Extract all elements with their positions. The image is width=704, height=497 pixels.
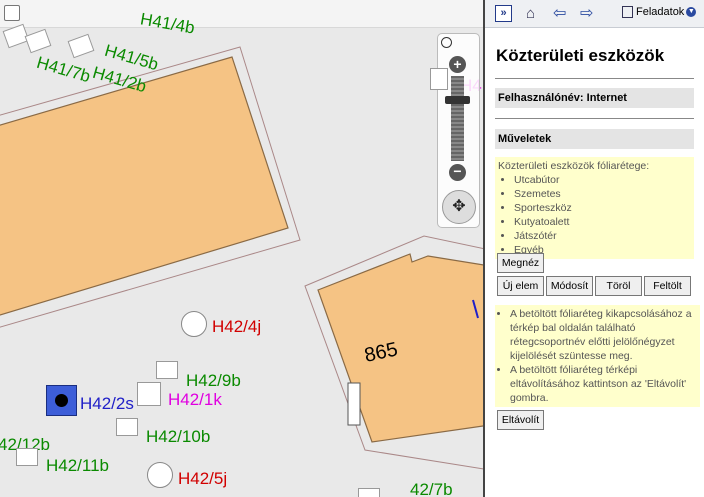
layer-info-box: Közterületi eszközök fóliarétege: Utcabú… bbox=[495, 157, 694, 259]
list-item: Sporteszköz bbox=[514, 201, 691, 215]
username-header: Felhasználónév: Internet bbox=[495, 88, 694, 108]
bench-icon[interactable] bbox=[16, 448, 38, 466]
zoom-slider-track[interactable] bbox=[451, 76, 464, 161]
zoom-out-button[interactable]: − bbox=[449, 164, 466, 181]
map-view[interactable]: 865 H41/4b H41/5b H41/7b H41/2b H4 + − ✥… bbox=[0, 0, 483, 497]
notes-list: A betöltött fóliaréteg kikapcsolásához a… bbox=[505, 307, 697, 405]
zoom-slider-handle[interactable] bbox=[445, 96, 470, 104]
list-item: Szemetes bbox=[514, 187, 691, 201]
parcel-north-building[interactable] bbox=[0, 56, 289, 318]
panel-toolbar: » ⌂ ⇦ ⇨ Feladatok ▼ bbox=[485, 0, 704, 28]
map-layer-icon[interactable] bbox=[4, 5, 20, 21]
list-item: A betöltött fóliaréteg térképi eltávolít… bbox=[510, 363, 697, 405]
map-label[interactable]: H42/4j bbox=[212, 317, 261, 337]
sport-equipment-icon[interactable] bbox=[137, 382, 161, 406]
playground-icon[interactable] bbox=[147, 462, 173, 488]
home-icon[interactable]: ⌂ bbox=[526, 5, 543, 22]
map-label[interactable]: H42/5j bbox=[178, 469, 227, 489]
collapse-panel-button[interactable]: » bbox=[495, 5, 512, 22]
divider bbox=[495, 78, 694, 79]
parcel-865[interactable] bbox=[317, 253, 483, 443]
operations-header: Műveletek bbox=[495, 129, 694, 149]
list-item: A betöltött fóliaréteg kikapcsolásához a… bbox=[510, 307, 697, 363]
pan-arrows-icon: ✥ bbox=[452, 198, 466, 215]
map-label[interactable]: H42/10b bbox=[146, 427, 210, 447]
parcel-annex bbox=[347, 382, 361, 426]
selected-element-icon[interactable] bbox=[46, 385, 77, 416]
bench-icon[interactable] bbox=[358, 488, 380, 497]
view-button[interactable]: Megnéz bbox=[497, 253, 544, 273]
layer-intro: Közterületi eszközök fóliarétege: bbox=[498, 160, 650, 172]
upload-button[interactable]: Feltölt bbox=[644, 276, 691, 296]
remove-button[interactable]: Eltávolít bbox=[497, 410, 544, 430]
notes-box: A betöltött fóliaréteg kikapcsolásához a… bbox=[495, 305, 700, 407]
chevron-down-icon: ▼ bbox=[686, 7, 697, 18]
zoom-magnifier-icon bbox=[441, 37, 452, 48]
new-element-button[interactable]: Új elem bbox=[497, 276, 544, 296]
pan-control[interactable]: ✥ bbox=[442, 190, 476, 224]
modify-button[interactable]: Módosít bbox=[546, 276, 593, 296]
list-item: Játszótér bbox=[514, 229, 691, 243]
panel-title: Közterületi eszközök bbox=[496, 46, 665, 65]
bench-icon[interactable] bbox=[156, 361, 178, 379]
map-label[interactable]: 42/7b bbox=[410, 480, 453, 497]
list-item: Utcabútor bbox=[514, 173, 691, 187]
map-label[interactable]: H42/2s bbox=[80, 394, 134, 414]
back-arrow-icon[interactable]: ⇦ bbox=[553, 5, 570, 22]
map-header bbox=[0, 0, 483, 28]
layer-list: Utcabútor Szemetes Sporteszköz Kutyatoal… bbox=[498, 173, 691, 257]
tasks-menu-icon bbox=[622, 6, 633, 19]
zoom-control[interactable]: + − ✥ bbox=[437, 33, 480, 228]
zoom-in-button[interactable]: + bbox=[449, 56, 466, 73]
tasks-menu[interactable]: Feladatok ▼ bbox=[622, 6, 697, 19]
map-label[interactable]: H42/1k bbox=[168, 390, 222, 410]
lock-icon[interactable] bbox=[430, 68, 448, 90]
tasks-menu-label: Feladatok bbox=[636, 6, 685, 19]
playground-icon[interactable] bbox=[181, 311, 207, 337]
map-label[interactable]: H42/9b bbox=[186, 371, 241, 391]
list-item: Kutyatoalett bbox=[514, 215, 691, 229]
forward-arrow-icon[interactable]: ⇨ bbox=[580, 5, 597, 22]
divider bbox=[495, 118, 694, 119]
map-label[interactable]: H42/11b bbox=[46, 456, 109, 476]
side-panel: » ⌂ ⇦ ⇨ Feladatok ▼ Közterületi eszközök … bbox=[483, 0, 704, 497]
bench-icon[interactable] bbox=[116, 418, 138, 436]
delete-button[interactable]: Töröl bbox=[595, 276, 642, 296]
